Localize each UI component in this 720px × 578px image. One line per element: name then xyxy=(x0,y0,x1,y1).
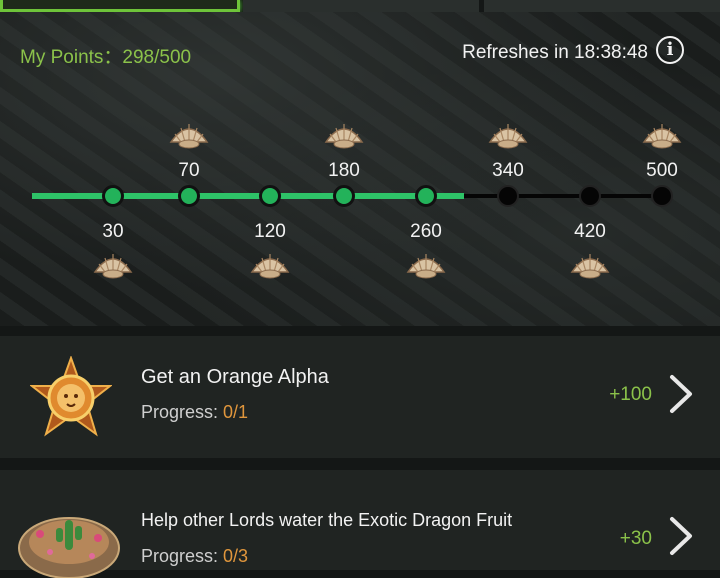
task-title: Get an Orange Alpha xyxy=(141,366,329,388)
milestone-label: 260 xyxy=(410,221,442,242)
progress-label: Progress: xyxy=(141,402,224,422)
my-points: My Points：298/500 xyxy=(20,47,192,68)
milestone-label: 420 xyxy=(574,221,606,242)
shell-chest-icon[interactable] xyxy=(640,120,684,150)
progress-label: Progress: xyxy=(141,546,224,566)
shell-chest-icon[interactable] xyxy=(248,250,292,280)
refresh-timer: Refreshes in 18:38:48 xyxy=(462,42,648,63)
info-icon[interactable]: i xyxy=(656,36,684,64)
shell-chest-icon[interactable] xyxy=(568,250,612,280)
milestone-label: 500 xyxy=(646,160,678,181)
tab-3[interactable] xyxy=(484,0,720,12)
shell-chest-icon[interactable] xyxy=(404,250,448,280)
milestone-label: 180 xyxy=(328,160,360,181)
milestone-node xyxy=(333,185,355,207)
orange-lion-badge-icon xyxy=(30,356,112,437)
chevron-right-icon[interactable] xyxy=(666,374,696,414)
milestone-node xyxy=(102,185,124,207)
task-row[interactable]: Get an Orange Alpha Progress: 0/1 +100 xyxy=(0,336,720,458)
task-title: Help other Lords water the Exotic Dragon… xyxy=(141,510,513,530)
milestone-label: 120 xyxy=(254,221,286,242)
milestone-node xyxy=(178,185,200,207)
chevron-right-icon[interactable] xyxy=(666,516,696,556)
tab-2[interactable] xyxy=(243,0,479,12)
shell-chest-icon[interactable] xyxy=(486,120,530,150)
task-row[interactable]: Help other Lords water the Exotic Dragon… xyxy=(0,470,720,578)
shell-chest-icon[interactable] xyxy=(167,120,211,150)
milestone-label: 30 xyxy=(102,221,124,242)
milestone-node xyxy=(497,185,519,207)
task-progress: Progress: 0/1 xyxy=(141,402,248,423)
milestone-node xyxy=(579,185,601,207)
shell-chest-icon[interactable] xyxy=(322,120,366,150)
milestone-node xyxy=(415,185,437,207)
task-reward: +100 xyxy=(609,384,652,405)
milestone-label: 70 xyxy=(178,160,200,181)
top-tabs xyxy=(0,0,720,12)
cactus-island-icon xyxy=(18,517,120,578)
shell-chest-icon[interactable] xyxy=(91,250,135,280)
milestone-label: 340 xyxy=(492,160,524,181)
tab-active[interactable] xyxy=(0,0,240,12)
task-progress: Progress: 0/3 xyxy=(141,546,248,567)
milestone-node xyxy=(259,185,281,207)
progress-value: 0/1 xyxy=(223,402,249,422)
progress-fill xyxy=(32,193,464,199)
milestone-node xyxy=(651,185,673,207)
progress-value: 0/3 xyxy=(223,546,249,566)
task-reward: +30 xyxy=(619,528,652,549)
